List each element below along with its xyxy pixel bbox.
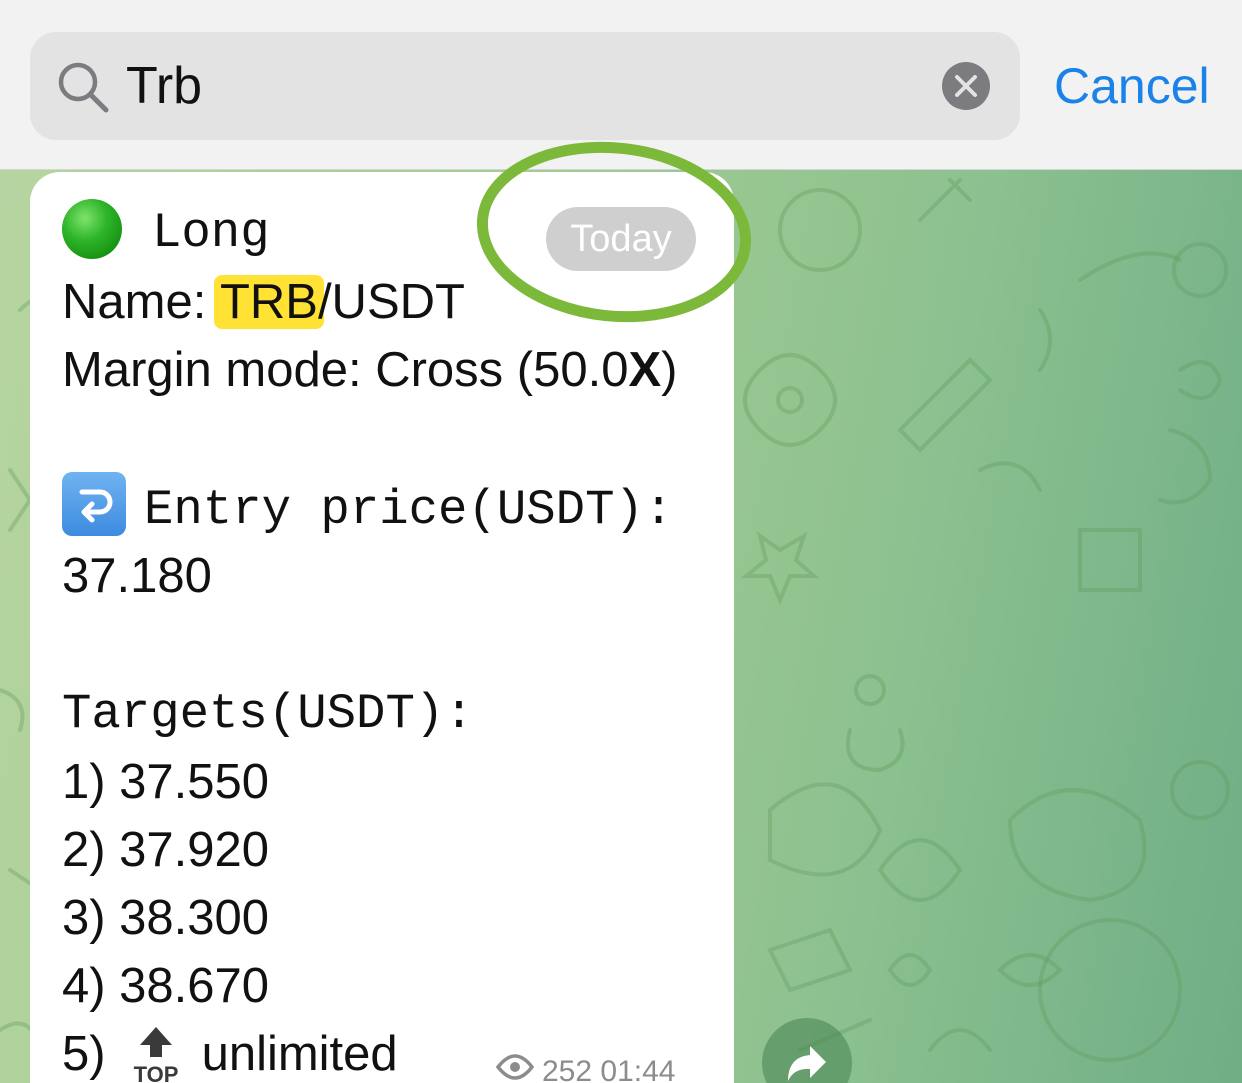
message-time: 01:44 bbox=[600, 1055, 676, 1083]
clear-icon bbox=[955, 75, 977, 97]
margin-multiplier: X bbox=[628, 343, 662, 397]
top-arrow-icon: TOP bbox=[132, 1025, 180, 1083]
top-icon-text: TOP bbox=[133, 1062, 178, 1083]
name-line: Name: TRB/USDT bbox=[62, 272, 465, 332]
target-item-5: 5) TOP unlimited bbox=[62, 1024, 398, 1083]
targets-label: Targets(USDT): bbox=[62, 686, 474, 742]
entry-label-line: Entry price(USDT): bbox=[62, 472, 674, 542]
name-prefix: Name: bbox=[62, 275, 220, 329]
target5-number: 5) bbox=[62, 1027, 106, 1081]
entry-value: 37.180 bbox=[62, 549, 212, 603]
search-input[interactable]: Trb bbox=[126, 54, 202, 118]
search-match-highlight: TRB bbox=[213, 275, 324, 329]
return-arrow-icon bbox=[62, 472, 126, 536]
direction-label: Long bbox=[152, 205, 270, 261]
search-field[interactable]: Trb bbox=[30, 32, 1020, 140]
target-item: 1) 37.550 bbox=[62, 755, 270, 809]
margin-mode-line: Margin mode: Cross (50.0X) bbox=[62, 340, 677, 400]
target5-value: unlimited bbox=[201, 1027, 398, 1081]
target-item: 4) 38.670 bbox=[62, 959, 270, 1013]
share-icon bbox=[788, 1046, 826, 1081]
chat-screen: Trb Cancel Long Name: TRB/USDT Margin mo… bbox=[0, 0, 1242, 1083]
annotation-circle bbox=[476, 141, 752, 323]
cancel-button[interactable]: Cancel bbox=[1054, 56, 1210, 116]
entry-label: Entry price(USDT): bbox=[144, 481, 674, 538]
clear-search-button[interactable] bbox=[942, 62, 990, 110]
margin-suffix: ) bbox=[661, 343, 678, 397]
margin-prefix: Margin mode: Cross (50.0 bbox=[62, 343, 629, 397]
search-icon bbox=[56, 60, 110, 114]
target-item: 3) 38.300 bbox=[62, 891, 270, 945]
view-count: 252 bbox=[542, 1055, 593, 1083]
target-item: 2) 37.920 bbox=[62, 823, 270, 877]
green-circle-icon bbox=[62, 199, 122, 260]
name-suffix: /USDT bbox=[317, 275, 465, 329]
message-meta: 252 01:44 bbox=[495, 1051, 676, 1083]
eye-icon bbox=[495, 1051, 535, 1083]
direction-line: Long bbox=[62, 199, 270, 263]
